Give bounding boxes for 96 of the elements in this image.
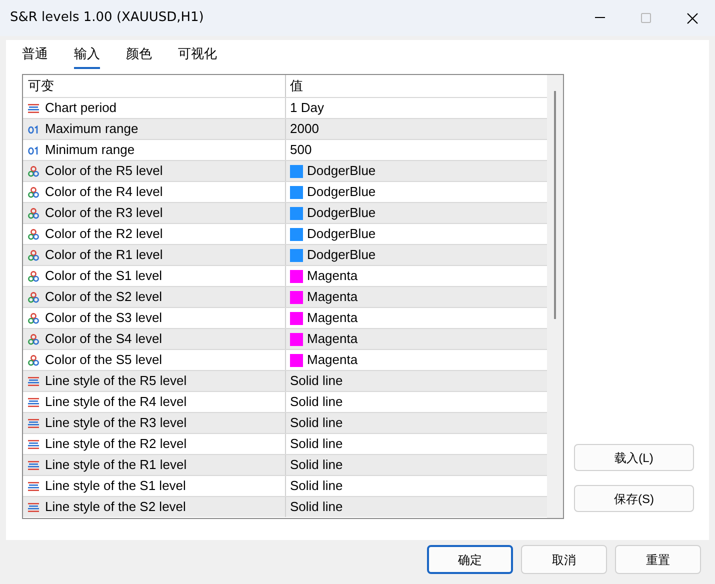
- minimize-icon: [595, 17, 605, 19]
- parameter-row[interactable]: Line style of the S2 level Solid line: [23, 496, 547, 517]
- color-circles-icon: [28, 250, 39, 260]
- parameter-name: Chart period: [45, 99, 117, 118]
- list-icon: [28, 102, 39, 114]
- color-circles-icon: [28, 354, 39, 366]
- tab[interactable]: 普通: [22, 44, 48, 68]
- list-icon: [28, 460, 39, 470]
- parameter-name: Color of the R2 level: [45, 225, 163, 244]
- parameter-value: 1 Day: [290, 99, 324, 118]
- parameter-value: Magenta: [307, 288, 358, 306]
- side-button[interactable]: 保存(S): [574, 485, 694, 512]
- color-circles-icon: [28, 186, 39, 198]
- column-header[interactable]: 值: [286, 75, 547, 97]
- parameter-value: DodgerBlue: [307, 225, 376, 244]
- parameter-row[interactable]: Color of the S5 level Magenta: [23, 349, 547, 370]
- tab[interactable]: 颜色: [126, 44, 152, 68]
- dialog-button[interactable]: 确定: [427, 545, 513, 574]
- list-icon: [28, 396, 39, 408]
- tab[interactable]: 可视化: [178, 44, 217, 68]
- dialog-button[interactable]: 重置: [615, 545, 701, 574]
- parameter-name: Line style of the R4 level: [45, 393, 187, 412]
- color-circles-icon: [28, 270, 39, 282]
- list-icon: [28, 438, 39, 450]
- maximize-icon: [641, 13, 651, 23]
- window-title: S&R levels 1.00 (XAUUSD,H1): [10, 9, 205, 28]
- parameter-name: Line style of the S1 level: [45, 477, 186, 496]
- parameter-row[interactable]: Color of the R4 level DodgerBlue: [23, 181, 547, 202]
- side-button[interactable]: 载入(L): [574, 444, 694, 471]
- list-icon: [28, 376, 39, 386]
- parameter-name: Color of the S3 level: [45, 309, 162, 328]
- parameter-name: Color of the S5 level: [45, 351, 162, 370]
- parameter-name: Line style of the R2 level: [45, 435, 187, 454]
- parameter-name: Color of the R5 level: [45, 162, 163, 180]
- parameter-value: Magenta: [307, 267, 358, 286]
- color-circles-icon: [28, 334, 39, 344]
- parameter-name: Line style of the R1 level: [45, 456, 187, 474]
- parameter-value: DodgerBlue: [307, 162, 376, 180]
- parameter-value: 500: [290, 141, 312, 160]
- parameter-row[interactable]: Line style of the R2 level Solid line: [23, 433, 547, 454]
- list-icon: [28, 502, 39, 512]
- parameter-row[interactable]: Line style of the R1 level Solid line: [23, 454, 547, 475]
- parameter-row[interactable]: Line style of the R4 level Solid line: [23, 391, 547, 412]
- scrollbar[interactable]: [547, 75, 563, 518]
- parameter-row[interactable]: Color of the R3 level DodgerBlue: [23, 202, 547, 223]
- color-circles-icon: [28, 228, 39, 240]
- color-circles-icon: [28, 312, 39, 324]
- number-icon: [28, 146, 39, 154]
- color-circles-icon: [28, 208, 39, 218]
- parameter-value: DodgerBlue: [307, 246, 376, 264]
- parameter-name: Line style of the R3 level: [45, 414, 187, 432]
- parameter-row[interactable]: Color of the S3 level Magenta: [23, 307, 547, 328]
- parameter-value: 2000: [290, 120, 319, 138]
- parameter-name: Maximum range: [45, 120, 138, 138]
- parameter-value: DodgerBlue: [307, 204, 376, 222]
- parameter-name: Color of the R1 level: [45, 246, 163, 264]
- parameter-row[interactable]: Color of the R2 level DodgerBlue: [23, 223, 547, 244]
- parameter-value: Solid line: [290, 435, 343, 454]
- parameter-name: Color of the R4 level: [45, 183, 163, 202]
- parameter-name: Color of the S1 level: [45, 267, 162, 286]
- scrollbar-thumb[interactable]: [554, 91, 556, 319]
- parameter-value: Solid line: [290, 393, 343, 412]
- parameter-row[interactable]: Color of the S1 level Magenta: [23, 265, 547, 286]
- parameter-row[interactable]: Color of the S2 level Magenta: [23, 286, 547, 307]
- parameter-value: Magenta: [307, 309, 358, 328]
- parameter-value: Solid line: [290, 456, 343, 474]
- parameter-row[interactable]: Minimum range 500: [23, 139, 547, 160]
- color-circles-icon: [28, 166, 39, 176]
- parameter-row[interactable]: Color of the R1 level DodgerBlue: [23, 244, 547, 265]
- parameter-name: Color of the R3 level: [45, 204, 163, 222]
- parameter-value: Solid line: [290, 477, 343, 496]
- parameter-row[interactable]: Line style of the S1 level Solid line: [23, 475, 547, 496]
- dialog-button[interactable]: 取消: [521, 545, 607, 574]
- parameter-name: Line style of the R5 level: [45, 372, 187, 390]
- parameter-value: Solid line: [290, 498, 343, 516]
- list-icon: [28, 418, 39, 428]
- color-circles-icon: [28, 292, 39, 302]
- parameter-value: Magenta: [307, 330, 358, 348]
- parameter-row[interactable]: Color of the R5 level DodgerBlue: [23, 160, 547, 181]
- parameter-name: Minimum range: [45, 141, 135, 160]
- parameter-value: Solid line: [290, 414, 343, 432]
- parameter-name: Color of the S4 level: [45, 330, 162, 348]
- parameter-row[interactable]: Chart period 1 Day: [23, 97, 547, 118]
- parameter-name: Color of the S2 level: [45, 288, 162, 306]
- close-icon: [686, 12, 698, 24]
- parameter-value: Solid line: [290, 372, 343, 390]
- parameter-row[interactable]: Line style of the R5 level Solid line: [23, 370, 547, 391]
- parameter-value: DodgerBlue: [307, 183, 376, 202]
- tab[interactable]: 输入: [74, 44, 100, 68]
- parameter-row[interactable]: Color of the S4 level Magenta: [23, 328, 547, 349]
- list-icon: [28, 480, 39, 492]
- parameter-row[interactable]: Maximum range 2000: [23, 118, 547, 139]
- parameter-name: Line style of the S2 level: [45, 498, 186, 516]
- parameter-value: Magenta: [307, 351, 358, 370]
- number-icon: [28, 124, 39, 134]
- parameter-row[interactable]: Line style of the R3 level Solid line: [23, 412, 547, 433]
